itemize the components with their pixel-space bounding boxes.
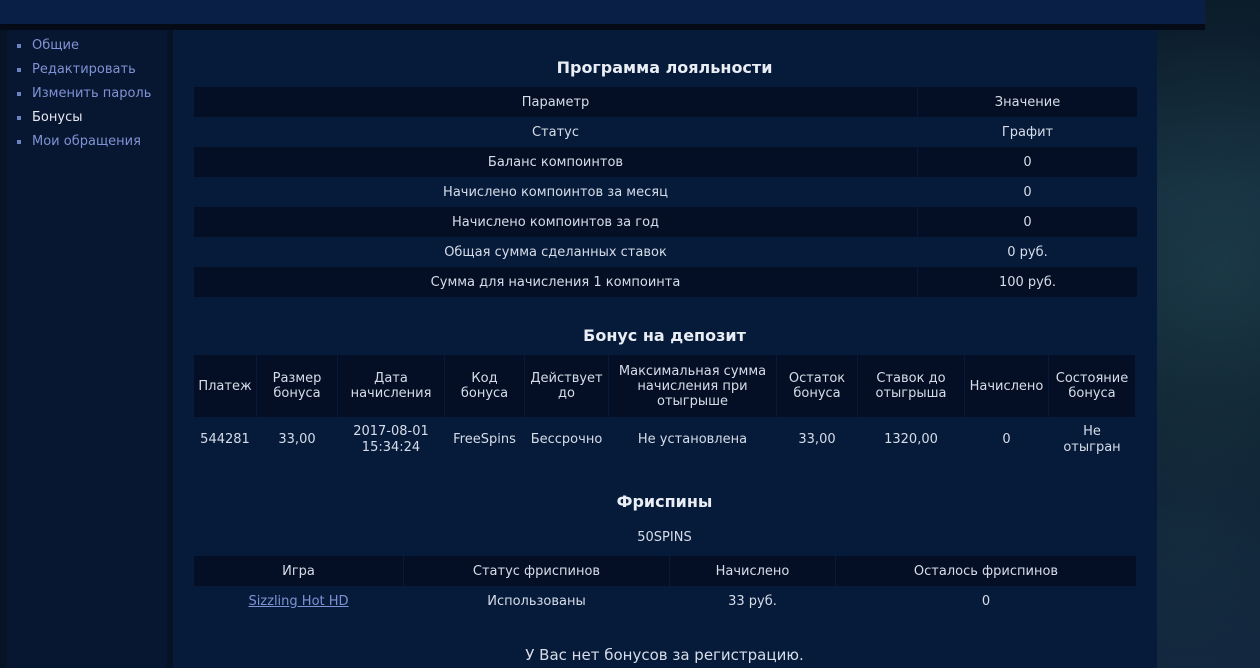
sidebar-menu: Общие Редактировать Изменить пароль Бону…	[7, 30, 167, 159]
game-link[interactable]: Sizzling Hot HD	[248, 594, 348, 609]
table-row: Начислено компоинтов за месяц 0	[194, 177, 1137, 207]
column-header: Код бонуса	[445, 355, 524, 417]
sidebar-item-my-requests[interactable]: Мои обращения	[17, 135, 167, 159]
sidebar-item-label[interactable]: Редактировать	[32, 63, 136, 77]
status-cell: Использованы	[404, 586, 669, 616]
param-cell: Сумма для начисления 1 компоинта	[194, 267, 917, 297]
value-cell: 0	[918, 177, 1137, 207]
column-header: Осталось фриспинов	[836, 556, 1136, 586]
sidebar-item-edit[interactable]: Редактировать	[17, 63, 167, 87]
table-header-row: Платеж Размер бонуса Дата начисления Код…	[194, 355, 1135, 417]
sidebar-item-general[interactable]: Общие	[17, 39, 167, 63]
table-header-row: Параметр Значение	[194, 87, 1137, 117]
date-cell: 2017-08-01 15:34:24	[338, 417, 444, 463]
table-row: Общая сумма сделанных ставок 0 руб.	[194, 237, 1137, 267]
sidebar-item-label[interactable]: Изменить пароль	[32, 87, 151, 101]
sidebar-item-label[interactable]: Общие	[32, 39, 79, 53]
max-amount-cell: Не установлена	[609, 417, 776, 463]
value-cell: 0 руб.	[918, 237, 1137, 267]
param-cell: Начислено компоинтов за год	[194, 207, 917, 237]
payment-cell: 544281	[194, 417, 256, 463]
column-header: Действует до	[525, 355, 608, 417]
param-cell: Статус	[194, 117, 917, 147]
table-row: 544281 33,00 2017-08-01 15:34:24 FreeSpi…	[194, 417, 1135, 463]
param-cell: Общая сумма сделанных ставок	[194, 237, 917, 267]
column-header: Максимальная сумма начисления при отыгры…	[609, 355, 776, 417]
loyalty-title: Программа лояльности	[556, 58, 773, 77]
table-row: Статус Графит	[194, 117, 1137, 147]
registration-note: У Вас нет бонусов за регистрацию.	[525, 646, 804, 664]
freespins-code: 50SPINS	[637, 530, 692, 545]
value-cell: 100 руб.	[918, 267, 1137, 297]
bullet-icon	[17, 116, 21, 120]
column-header: Параметр	[194, 87, 917, 117]
bullet-icon	[17, 140, 21, 144]
bonus-size-cell: 33,00	[257, 417, 337, 463]
bullet-icon	[17, 68, 21, 72]
column-header: Статус фриспинов	[404, 556, 669, 586]
bonus-state-cell: Не отыгран	[1049, 417, 1135, 463]
bonus-code-cell: FreeSpins	[445, 417, 524, 463]
column-header: Остаток бонуса	[777, 355, 857, 417]
param-cell: Начислено компоинтов за месяц	[194, 177, 917, 207]
column-header: Размер бонуса	[257, 355, 337, 417]
sidebar-item-label[interactable]: Мои обращения	[32, 135, 141, 149]
bullet-icon	[17, 44, 21, 48]
top-bar	[0, 0, 1205, 24]
table-header-row: Игра Статус фриспинов Начислено Осталось…	[194, 556, 1136, 586]
sidebar-item-bonuses[interactable]: Бонусы	[17, 111, 167, 135]
remaining-cell: 0	[836, 586, 1136, 616]
loyalty-table: Параметр Значение Статус Графит Баланс к…	[193, 87, 1138, 297]
value-cell: Графит	[918, 117, 1137, 147]
column-header: Дата начисления	[338, 355, 444, 417]
game-cell: Sizzling Hot HD	[194, 586, 403, 616]
column-header: Ставок до отыгрыша	[858, 355, 964, 417]
background-decoration	[1157, 0, 1260, 668]
bonus-remainder-cell: 33,00	[777, 417, 857, 463]
credited-cell: 33 руб.	[670, 586, 835, 616]
deposit-title: Бонус на депозит	[583, 326, 746, 345]
freespins-title: Фриспины	[616, 492, 713, 511]
deposit-table: Платеж Размер бонуса Дата начисления Код…	[193, 355, 1136, 463]
valid-until-cell: Бессрочно	[525, 417, 608, 463]
table-row: Сумма для начисления 1 компоинта 100 руб…	[194, 267, 1137, 297]
column-header: Начислено	[965, 355, 1048, 417]
value-cell: 0	[918, 207, 1137, 237]
table-row: Начислено компоинтов за год 0	[194, 207, 1137, 237]
sidebar: Общие Редактировать Изменить пароль Бону…	[7, 30, 167, 668]
bullet-icon	[17, 92, 21, 96]
value-cell: 0	[918, 147, 1137, 177]
wager-remaining-cell: 1320,00	[858, 417, 964, 463]
column-header: Игра	[194, 556, 403, 586]
sidebar-item-change-password[interactable]: Изменить пароль	[17, 87, 167, 111]
freespins-table: Игра Статус фриспинов Начислено Осталось…	[193, 556, 1137, 616]
table-row: Баланс компоинтов 0	[194, 147, 1137, 177]
credited-cell: 0	[965, 417, 1048, 463]
column-header: Значение	[918, 87, 1137, 117]
param-cell: Баланс компоинтов	[194, 147, 917, 177]
column-header: Состояние бонуса	[1049, 355, 1135, 417]
column-header: Начислено	[670, 556, 835, 586]
table-row: Sizzling Hot HD Использованы 33 руб. 0	[194, 586, 1136, 616]
sidebar-item-label[interactable]: Бонусы	[32, 111, 82, 125]
column-header: Платеж	[194, 355, 256, 417]
